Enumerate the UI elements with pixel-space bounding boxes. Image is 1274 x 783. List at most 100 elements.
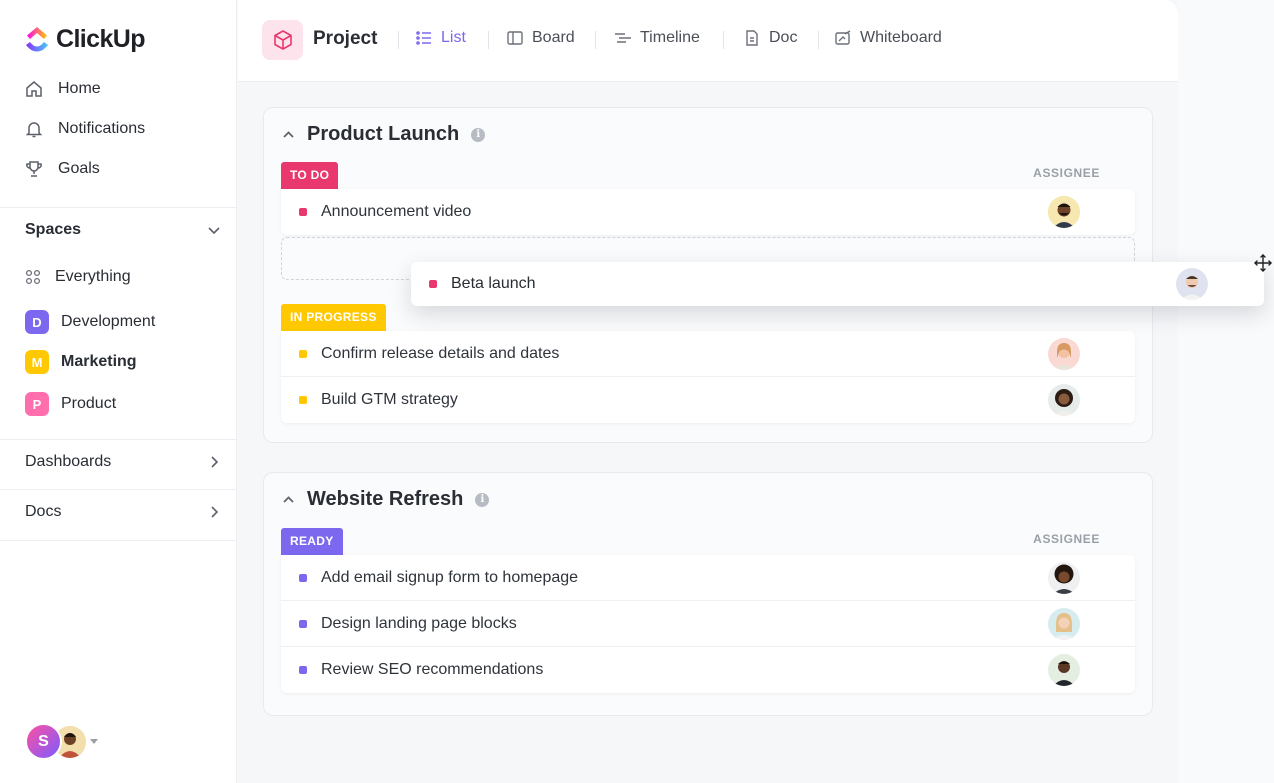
status-badge-todo: TO DO: [281, 162, 339, 189]
tab-timeline[interactable]: Timeline: [614, 29, 700, 47]
table-row[interactable]: Confirm release details and dates: [281, 331, 1135, 377]
tab-divider: [818, 31, 819, 49]
board-icon: [507, 31, 523, 45]
docs-link[interactable]: Docs: [25, 503, 221, 521]
space-everything-label: Everything: [55, 268, 131, 285]
chevron-up-icon[interactable]: [282, 128, 295, 141]
tab-label: Board: [532, 29, 575, 46]
info-icon[interactable]: i: [475, 492, 490, 507]
tab-label: List: [441, 29, 466, 46]
table-row[interactable]: Add email signup form to homepage: [281, 555, 1135, 601]
cube-icon: [273, 30, 292, 50]
space-badge: P: [25, 392, 49, 416]
chevron-right-icon: [211, 456, 219, 468]
status-badge-in-progress: IN PROGRESS: [281, 304, 386, 331]
tab-doc[interactable]: Doc: [743, 29, 797, 47]
dashboards-link[interactable]: Dashboards: [25, 453, 221, 471]
chevron-right-icon: [211, 506, 219, 518]
move-cursor-icon: [1254, 254, 1272, 272]
task-name[interactable]: Design landing page blocks: [321, 615, 517, 633]
task-group-website-refresh: Website Refresh i READY ASSIGNEE Add ema…: [263, 472, 1153, 716]
space-badge: D: [25, 310, 49, 334]
avatar[interactable]: [1048, 562, 1080, 594]
tab-label: Doc: [769, 29, 798, 46]
sidebar: ClickUp Home Notifications Goals Spaces …: [0, 0, 237, 783]
tab-divider: [488, 31, 489, 49]
spaces-header[interactable]: Spaces: [25, 221, 221, 239]
table-row[interactable]: Announcement video: [281, 189, 1135, 235]
task-list: Confirm release details and dates Build …: [281, 331, 1135, 423]
group-header[interactable]: Product Launch i: [282, 123, 486, 146]
chevron-up-icon[interactable]: [282, 493, 295, 506]
avatar[interactable]: [1048, 196, 1080, 228]
task-name[interactable]: Announcement video: [321, 203, 471, 221]
task-name[interactable]: Confirm release details and dates: [321, 345, 559, 363]
topbar: Project List Board Timeline Doc Whiteboa…: [238, 0, 1178, 82]
avatar[interactable]: [1048, 608, 1080, 640]
group-title: Website Refresh: [307, 488, 464, 510]
status-dot: [429, 280, 437, 288]
tab-label: Timeline: [640, 29, 700, 46]
user-menu[interactable]: S: [25, 723, 98, 760]
tab-divider: [398, 31, 399, 49]
clickup-logo[interactable]: ClickUp: [24, 25, 145, 54]
status-dot: [299, 619, 307, 628]
task-name[interactable]: Build GTM strategy: [321, 391, 458, 409]
assignee-column-header: ASSIGNEE: [1033, 166, 1100, 180]
timeline-icon: [615, 33, 631, 43]
group-header[interactable]: Website Refresh i: [282, 488, 490, 511]
nav-home-label: Home: [58, 80, 101, 97]
user-avatar: S: [25, 723, 62, 760]
task-name[interactable]: Add email signup form to homepage: [321, 569, 578, 587]
space-marketing[interactable]: M Marketing: [25, 350, 137, 374]
trophy-icon: [26, 161, 42, 177]
brand-name: ClickUp: [56, 25, 145, 53]
tab-whiteboard[interactable]: Whiteboard: [834, 29, 942, 47]
list-icon: [416, 31, 431, 45]
whiteboard-icon: [835, 30, 851, 45]
table-row[interactable]: Build GTM strategy: [281, 377, 1135, 423]
page-title: Project: [313, 28, 378, 49]
task-list: Add email signup form to homepage Design…: [281, 555, 1135, 693]
clickup-logo-icon: [26, 26, 48, 51]
avatar[interactable]: [1048, 338, 1080, 370]
group-title: Product Launch: [307, 123, 460, 145]
task-name[interactable]: Beta launch: [451, 275, 536, 293]
avatar[interactable]: [1048, 654, 1080, 686]
space-label: Development: [61, 313, 156, 330]
tab-list[interactable]: List: [415, 29, 466, 47]
status-badge-ready: READY: [281, 528, 343, 555]
docs-label: Docs: [25, 503, 62, 520]
tab-divider: [595, 31, 596, 49]
status-dot: [299, 396, 307, 404]
home-icon: [26, 81, 42, 97]
grid-dots-icon: [25, 269, 41, 285]
nav-home[interactable]: Home: [24, 79, 101, 99]
status-dot: [299, 349, 307, 358]
nav-notifications-label: Notifications: [58, 120, 146, 137]
sidebar-divider: [0, 207, 237, 208]
space-everything[interactable]: Everything: [25, 268, 131, 286]
space-product[interactable]: P Product: [25, 392, 116, 416]
doc-icon: [746, 30, 758, 46]
nav-goals[interactable]: Goals: [24, 159, 100, 179]
nav-notifications[interactable]: Notifications: [24, 119, 145, 139]
project-icon: [262, 20, 303, 60]
sidebar-divider: [0, 489, 237, 490]
right-panel-background: [1178, 0, 1274, 783]
table-row[interactable]: Design landing page blocks: [281, 601, 1135, 647]
task-list: Announcement video: [281, 189, 1135, 235]
nav-goals-label: Goals: [58, 160, 100, 177]
info-icon[interactable]: i: [471, 127, 486, 142]
avatar[interactable]: [1048, 384, 1080, 416]
space-badge: M: [25, 350, 49, 374]
dragging-task-card[interactable]: Beta launch: [411, 262, 1264, 306]
sidebar-divider: [0, 540, 237, 541]
tab-board[interactable]: Board: [506, 29, 575, 47]
table-row[interactable]: Review SEO recommendations: [281, 647, 1135, 693]
task-name[interactable]: Review SEO recommendations: [321, 661, 543, 679]
space-development[interactable]: D Development: [25, 310, 155, 334]
chevron-down-icon[interactable]: [207, 223, 221, 237]
avatar[interactable]: [1176, 268, 1208, 300]
caret-down-icon: [90, 739, 98, 744]
